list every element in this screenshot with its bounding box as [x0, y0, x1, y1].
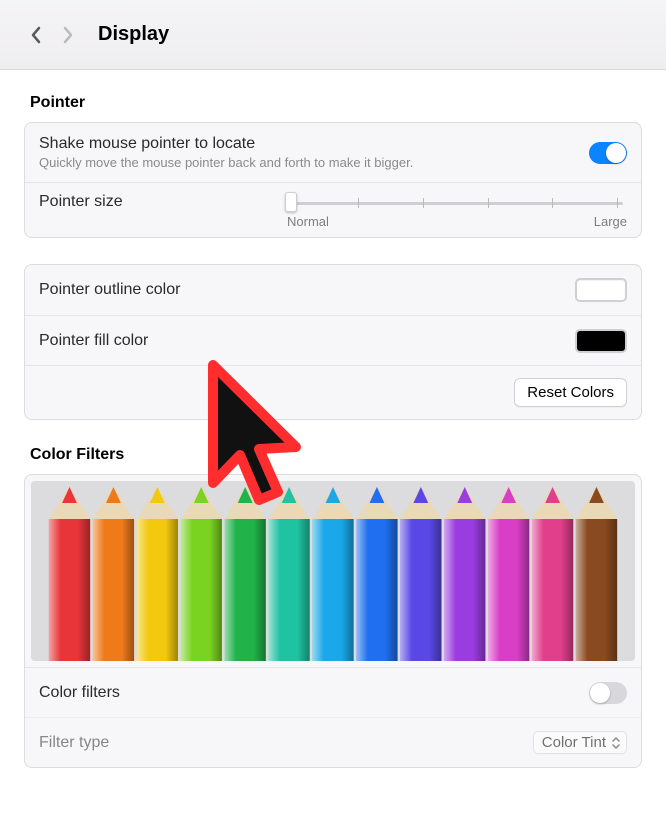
pointer-size-row: Pointer size Normal Large — [25, 182, 641, 237]
slider-min-label: Normal — [287, 214, 329, 229]
fill-color-well[interactable] — [575, 329, 627, 353]
pointer-size-slider[interactable] — [287, 193, 627, 211]
pointer-heading: Pointer — [30, 94, 642, 112]
color-filters-toggle-label: Color filters — [39, 684, 120, 702]
filter-type-label: Filter type — [39, 734, 109, 752]
content: Pointer Shake mouse pointer to locate Qu… — [0, 70, 666, 768]
color-filters-toggle[interactable] — [589, 682, 627, 704]
slider-max-label: Large — [594, 214, 627, 229]
color-filters-group: Color filters Filter type Color Tint — [24, 474, 642, 768]
shake-toggle[interactable] — [589, 142, 627, 164]
outline-color-well[interactable] — [575, 278, 627, 302]
reset-colors-button[interactable]: Reset Colors — [514, 378, 627, 407]
shake-row: Shake mouse pointer to locate Quickly mo… — [25, 123, 641, 182]
slider-thumb[interactable] — [285, 192, 297, 212]
pointer-group-2: Pointer outline color Pointer fill color… — [24, 264, 642, 420]
outline-color-label: Pointer outline color — [39, 281, 180, 299]
filter-type-select[interactable]: Color Tint — [533, 731, 627, 754]
back-button[interactable] — [22, 21, 50, 49]
pointer-group-1: Shake mouse pointer to locate Quickly mo… — [24, 122, 642, 238]
filter-type-row: Filter type Color Tint — [25, 717, 641, 767]
fill-color-label: Pointer fill color — [39, 332, 148, 350]
reset-row: Reset Colors — [25, 365, 641, 419]
titlebar: Display — [0, 0, 666, 70]
fill-color-row: Pointer fill color — [25, 315, 641, 365]
chevron-up-down-icon — [610, 735, 622, 751]
shake-subtitle: Quickly move the mouse pointer back and … — [39, 155, 589, 170]
shake-title: Shake mouse pointer to locate — [39, 135, 589, 153]
color-filters-heading: Color Filters — [30, 446, 642, 464]
forward-button[interactable] — [54, 21, 82, 49]
filter-type-value: Color Tint — [542, 734, 606, 751]
page-title: Display — [98, 23, 169, 46]
pencils-row — [25, 475, 641, 667]
pointer-size-label: Pointer size — [39, 193, 123, 211]
color-filters-toggle-row: Color filters — [25, 667, 641, 717]
pencils-illustration — [31, 481, 635, 661]
outline-color-row: Pointer outline color — [25, 265, 641, 315]
